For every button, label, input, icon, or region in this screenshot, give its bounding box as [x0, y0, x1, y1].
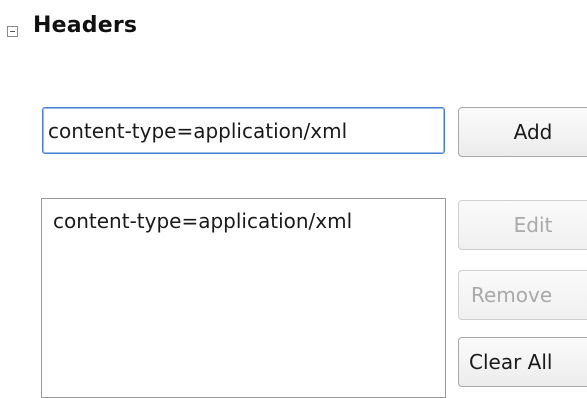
header-list[interactable]: content-type=application/xml: [41, 198, 446, 398]
remove-button[interactable]: Remove: [458, 270, 587, 320]
headers-section-header: Headers: [0, 0, 587, 60]
section-title: Headers: [33, 13, 138, 38]
edit-button[interactable]: Edit: [458, 200, 587, 250]
list-item[interactable]: content-type=application/xml: [42, 199, 445, 233]
add-button[interactable]: Add: [458, 107, 587, 157]
collapse-minus-icon[interactable]: [7, 26, 18, 37]
header-input[interactable]: [42, 107, 445, 154]
clear-all-button[interactable]: Clear All: [458, 337, 587, 387]
